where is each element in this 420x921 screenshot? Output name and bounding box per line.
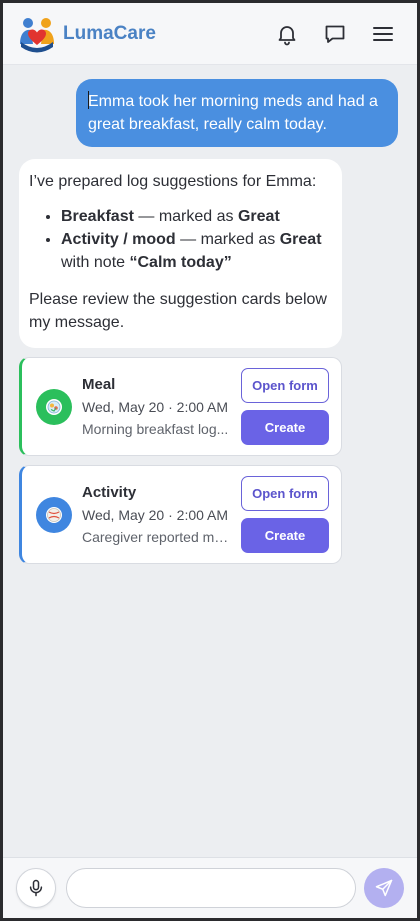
menu-icon <box>373 26 393 41</box>
app-name: LumaCare <box>63 22 156 44</box>
suggestion-label: Activity / mood <box>61 231 176 248</box>
notifications-button[interactable] <box>267 14 307 54</box>
ball-icon <box>46 506 62 523</box>
microphone-icon <box>29 879 43 897</box>
card-details: Meal Wed, May 20 · 2:00 AM Morning break… <box>82 376 241 437</box>
assistant-intro: I’ve prepared log suggestions for Emma: <box>29 173 317 190</box>
send-icon <box>375 879 393 897</box>
suggestion-rating: Great <box>237 208 280 225</box>
suggestion-card-activity: Activity Wed, May 20 · 2:00 AM Caregiver… <box>19 465 342 564</box>
card-date: Wed, May 20 · 2:00 AM <box>82 399 229 415</box>
card-description: Caregiver reported mo... <box>82 529 230 545</box>
message-input[interactable] <box>66 868 356 908</box>
create-button[interactable]: Create <box>241 518 329 553</box>
suggestion-connector: — marked as <box>133 208 238 225</box>
card-details: Activity Wed, May 20 · 2:00 AM Caregiver… <box>82 484 241 545</box>
card-actions: Open form Create <box>241 476 329 553</box>
message-composer <box>3 857 417 918</box>
card-actions: Open form Create <box>241 368 329 445</box>
activity-icon <box>36 496 72 533</box>
suggestion-list: Breakfast — marked as Great Activity / m… <box>61 205 332 274</box>
send-button[interactable] <box>364 868 404 908</box>
chat-thread: Emma took her morning meds and had a gre… <box>3 65 417 857</box>
messages-button[interactable] <box>315 14 355 54</box>
suggestion-label: Breakfast <box>61 208 134 225</box>
card-title: Activity <box>82 484 137 501</box>
card-description: Morning breakfast log... <box>82 421 229 437</box>
open-form-button[interactable]: Open form <box>241 476 329 511</box>
user-message: Emma took her morning meds and had a gre… <box>76 79 398 147</box>
suggestion-note-connector: with note <box>61 254 130 271</box>
chat-icon <box>325 25 345 43</box>
create-button[interactable]: Create <box>241 410 329 445</box>
suggestion-rating: Great <box>279 231 322 248</box>
bell-icon <box>278 25 296 45</box>
suggestion-item-breakfast: Breakfast — marked as Great <box>61 205 332 228</box>
assistant-outro: Please review the suggestion cards below… <box>29 291 327 331</box>
plate-icon <box>46 398 62 415</box>
suggestion-card-meal: Meal Wed, May 20 · 2:00 AM Morning break… <box>19 357 342 456</box>
menu-button[interactable] <box>363 14 403 54</box>
meal-icon <box>36 388 72 425</box>
open-form-button[interactable]: Open form <box>241 368 329 403</box>
suggestion-item-activity: Activity / mood — marked as Great with n… <box>61 228 332 274</box>
card-date: Wed, May 20 · 2:00 AM <box>82 507 229 523</box>
top-bar: LumaCare <box>3 3 417 65</box>
logo-icon <box>20 17 54 52</box>
suggestion-connector: — marked as <box>175 231 280 248</box>
voice-input-button[interactable] <box>16 868 56 908</box>
suggestion-note: “Calm today” <box>129 254 232 271</box>
assistant-message: I’ve prepared log suggestions for Emma: … <box>19 159 342 348</box>
card-title: Meal <box>82 376 116 393</box>
app-frame: LumaCare Emma took her morning meds and … <box>3 3 417 918</box>
user-message-text: Emma took her morning meds and had a gre… <box>88 93 378 133</box>
